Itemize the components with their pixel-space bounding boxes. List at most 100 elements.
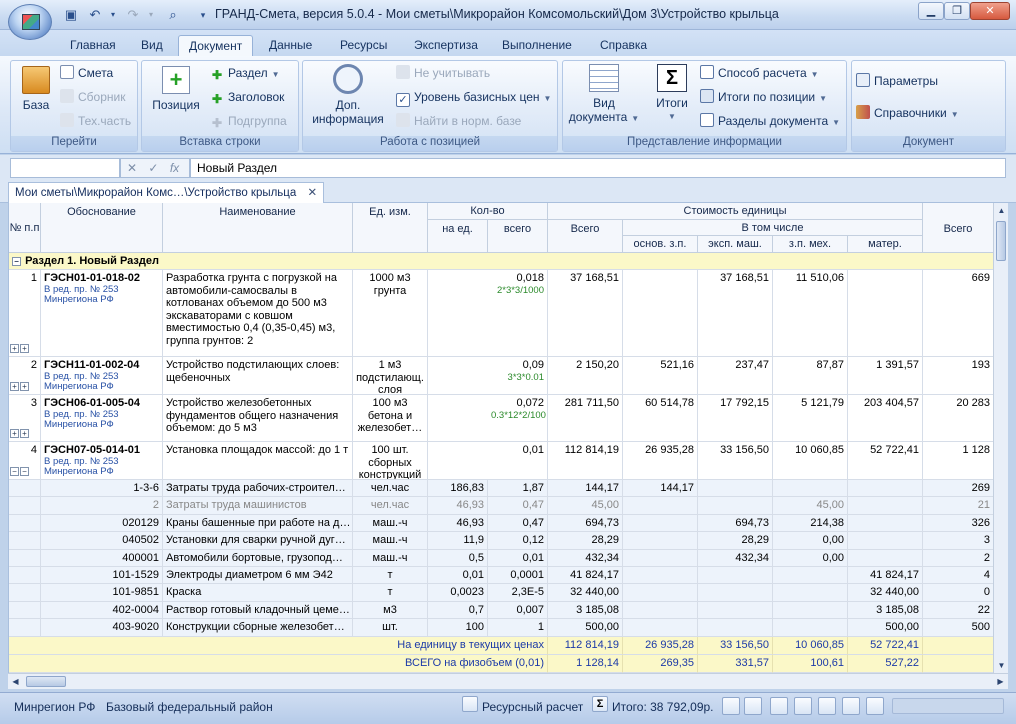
position-button[interactable]: + Позиция <box>148 66 204 112</box>
col-header-cost-total[interactable]: Всего <box>548 220 623 253</box>
resource-row[interactable]: 400001 Автомобили бортовые, грузопод… маш.… <box>9 549 993 567</box>
view-mode-5-icon[interactable] <box>818 697 836 715</box>
ignore-button[interactable]: Не учитывать <box>396 63 490 83</box>
col-header-basis[interactable]: Обоснование <box>41 203 163 253</box>
totals-row[interactable]: На единицу в текущих ценах 112 814,19 26 9… <box>9 636 993 655</box>
col-header-salary[interactable]: основ. з.п. <box>623 236 698 253</box>
section-button[interactable]: ✚ Раздел ▼ <box>210 63 280 83</box>
tab-home[interactable]: Главная <box>60 35 126 56</box>
header-button[interactable]: ✚ Заголовок <box>210 87 284 107</box>
status-calc-mode[interactable]: Ресурсный расчет <box>482 700 583 714</box>
undo-icon[interactable]: ↶ <box>86 6 104 24</box>
tab-data[interactable]: Данные <box>259 35 322 56</box>
undo-dropdown-icon[interactable]: ▾ <box>104 6 122 24</box>
redo-icon[interactable]: ↷ <box>124 6 142 24</box>
techpart-button[interactable]: Тех.часть <box>60 111 131 131</box>
quick-access-menu-icon[interactable]: ▾ <box>194 6 212 24</box>
resource-row[interactable]: 101-1529 Электроды диаметром 6 мм Э42 т 0,0… <box>9 567 993 585</box>
fx-icon[interactable]: fx <box>170 161 179 175</box>
totals-button[interactable]: Σ Итоги ▼ <box>648 64 696 124</box>
horizontal-scrollbar[interactable]: ◀ ▶ <box>8 673 1008 689</box>
close-button[interactable]: ✕ <box>970 2 1010 20</box>
zoom-slider[interactable] <box>892 698 1004 714</box>
tab-execution[interactable]: Выполнение <box>492 35 582 56</box>
formula-input[interactable]: Новый Раздел <box>190 158 1006 178</box>
col-header-qty-per[interactable]: на ед. <box>428 220 488 253</box>
col-header-qty-total[interactable]: всего <box>488 220 548 253</box>
expand-icon[interactable]: + <box>10 343 19 353</box>
resource-row[interactable]: 403-9020 Конструкции сборные железобет… шт… <box>9 619 993 637</box>
col-header-unit-cost[interactable]: Стоимость единицы <box>548 203 923 220</box>
scroll-up-icon[interactable]: ▲ <box>994 203 1009 218</box>
subgroup-button[interactable]: ✚ Подгруппа <box>210 111 287 131</box>
tab-help[interactable]: Справка <box>590 35 657 56</box>
section-row[interactable]: − Раздел 1. Новый Раздел <box>9 253 993 270</box>
collapse-icon[interactable]: − <box>12 257 21 266</box>
scroll-down-icon[interactable]: ▼ <box>994 658 1009 673</box>
scroll-left-icon[interactable]: ◀ <box>8 674 23 689</box>
smeta-button[interactable]: Смета <box>60 63 113 83</box>
col-header-materials[interactable]: матер. <box>848 236 923 253</box>
resource-row[interactable]: 101-9851 Краска т 0,0023 2,3Е-5 32 440,00 32 4… <box>9 584 993 602</box>
base-button[interactable]: База <box>14 66 58 112</box>
additional-info-button[interactable]: Доп. информация <box>308 64 388 126</box>
calc-method-button[interactable]: Способ расчета ▼ <box>700 63 819 83</box>
find-in-norm-button[interactable]: Найти в норм. базе <box>396 111 521 131</box>
references-button[interactable]: Справочники ▼ <box>856 103 959 123</box>
col-header-mech-salary[interactable]: з.п. мех. <box>773 236 848 253</box>
position-row[interactable]: 2 + + ГЭСН11-01-002-04 В ред. пр. № 253 Минре… <box>9 357 993 395</box>
minimize-button[interactable]: ▁ <box>918 2 944 20</box>
tab-document[interactable]: Документ <box>178 35 254 56</box>
close-tab-icon[interactable]: ✕ <box>308 187 318 199</box>
collapse-icon[interactable]: − <box>10 466 19 476</box>
view-mode-3-icon[interactable] <box>770 697 788 715</box>
redo-dropdown-icon[interactable]: ▾ <box>142 6 160 24</box>
col-header-qty[interactable]: Кол-во <box>428 203 548 220</box>
parameters-button[interactable]: Параметры <box>856 71 938 91</box>
expand-icon[interactable]: + <box>20 381 29 391</box>
col-header-num[interactable]: № п.п <box>9 203 41 253</box>
tab-resources[interactable]: Ресурсы <box>330 35 397 56</box>
sbornik-button[interactable]: Сборник <box>60 87 125 107</box>
base-price-level-button[interactable]: ✓ Уровень базисных цен ▼ <box>396 87 551 107</box>
doc-sections-button[interactable]: Разделы документа ▼ <box>700 111 840 131</box>
position-row[interactable]: 4− − ГЭСН07-05-014-01 В ред. пр. № 253 Минре… <box>9 442 993 480</box>
view-mode-6-icon[interactable] <box>842 697 860 715</box>
vertical-scroll-thumb[interactable] <box>996 221 1006 261</box>
expand-icon[interactable]: + <box>10 381 19 391</box>
col-header-unit[interactable]: Ед. изм. <box>353 203 428 253</box>
app-menu-button[interactable] <box>8 4 52 40</box>
collapse-icon[interactable]: − <box>20 466 29 476</box>
cell-reference-box[interactable] <box>10 158 120 178</box>
tab-view[interactable]: Вид <box>131 35 173 56</box>
expand-icon[interactable]: + <box>10 428 19 438</box>
view-mode-4-icon[interactable] <box>794 697 812 715</box>
find-icon[interactable]: ⌕ <box>164 6 182 24</box>
resource-row[interactable]: 1-3-6 Затраты труда рабочих-строител… чел.… <box>9 480 993 498</box>
save-icon[interactable]: ▣ <box>62 6 80 24</box>
maximize-button[interactable]: ❐ <box>944 2 970 20</box>
view-mode-1-icon[interactable] <box>722 697 740 715</box>
position-row[interactable]: 1 + + ГЭСН01-01-018-02 В ред. пр. № 253 Минре… <box>9 270 993 357</box>
col-header-machines[interactable]: эксп. маш. <box>698 236 773 253</box>
totals-row[interactable]: ВСЕГО на физобъем (0,01) 1 128,14 269,35 33… <box>9 654 993 673</box>
estimate-grid[interactable]: № п.п Обоснование Наименование Ед. изм. … <box>8 203 993 673</box>
resource-row[interactable]: 040502 Установки для сварки ручной дуг… ма… <box>9 532 993 550</box>
doc-view-button[interactable]: Вид документа ▼ <box>566 64 642 126</box>
horizontal-scroll-thumb[interactable] <box>26 676 66 687</box>
col-header-total[interactable]: Всего <box>923 203 993 253</box>
expand-icon[interactable]: + <box>20 343 29 353</box>
view-mode-2-icon[interactable] <box>744 697 762 715</box>
tab-expertise[interactable]: Экспертиза <box>404 35 488 56</box>
totals-by-position-button[interactable]: Итоги по позиции ▼ <box>700 87 827 107</box>
vertical-scrollbar[interactable]: ▲ ▼ <box>993 203 1008 673</box>
cancel-icon[interactable]: ✕ <box>127 161 137 175</box>
resource-row[interactable]: 402-0004 Раствор готовый кладочный цеме… м… <box>9 601 993 620</box>
document-tab[interactable]: Мои сметы\Микрорайон Комс…\Устройство кр… <box>8 182 325 203</box>
scroll-right-icon[interactable]: ▶ <box>993 674 1008 689</box>
col-header-name[interactable]: Наименование <box>163 203 353 253</box>
expand-icon[interactable]: + <box>20 428 29 438</box>
resource-row[interactable]: 2 Затраты труда машинистов чел.час 46,93 0,4… <box>9 497 993 515</box>
confirm-icon[interactable]: ✓ <box>148 161 158 175</box>
resource-row[interactable]: 020129 Краны башенные при работе на д… маш… <box>9 514 993 533</box>
